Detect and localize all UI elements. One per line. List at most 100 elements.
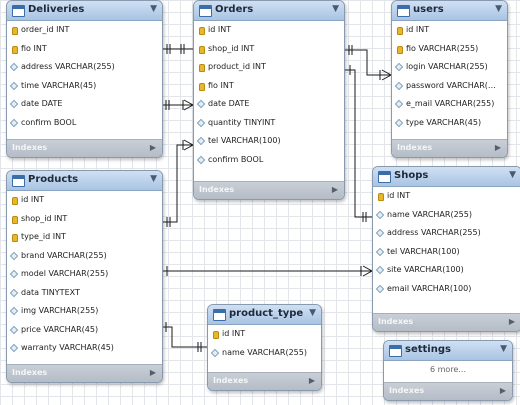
triangle-down-icon[interactable]: ▼ bbox=[309, 308, 316, 318]
triangle-right-icon[interactable]: ▶ bbox=[332, 185, 338, 194]
table-products[interactable]: Products ▼ id INT shop_id INT type_id INT bra… bbox=[6, 170, 163, 383]
column-row[interactable]: id INT bbox=[373, 187, 520, 206]
column-row[interactable]: tel VARCHAR(100) bbox=[194, 132, 344, 151]
column-row[interactable]: id INT bbox=[208, 325, 321, 344]
column-row[interactable]: fio VARCHAR(255) bbox=[392, 40, 507, 59]
column-row[interactable]: login VARCHAR(255) bbox=[392, 58, 507, 77]
column-row[interactable]: site VARCHAR(100) bbox=[373, 261, 520, 280]
indexes-footer[interactable]: Indexes ▶ bbox=[7, 364, 162, 382]
column-label: confirm BOOL bbox=[21, 117, 77, 127]
key-icon bbox=[12, 234, 18, 242]
column-row[interactable]: id INT bbox=[7, 191, 162, 210]
column-row[interactable]: e_mail VARCHAR(255) bbox=[392, 95, 507, 114]
column-label: fio INT bbox=[208, 80, 234, 90]
table-header[interactable]: product_type ▼ bbox=[208, 305, 321, 325]
column-row[interactable]: date DATE bbox=[7, 95, 162, 114]
column-row[interactable]: id INT bbox=[392, 21, 507, 40]
indexes-footer[interactable]: Indexes ▶ bbox=[373, 313, 520, 331]
column-row[interactable]: type_id INT bbox=[7, 228, 162, 247]
column-row[interactable]: warranty VARCHAR(45) bbox=[7, 339, 162, 358]
table-shops[interactable]: Shops ▼ id INT name VARCHAR(255) address VAR… bbox=[372, 166, 520, 332]
table-users[interactable]: users ▼ id INT fio VARCHAR(255) login VARCHA… bbox=[391, 0, 508, 158]
column-row[interactable]: time VARCHAR(45) bbox=[7, 77, 162, 96]
column-row[interactable]: price VARCHAR(45) bbox=[7, 321, 162, 340]
diamond-icon bbox=[375, 228, 385, 238]
more-columns-label[interactable]: 6 more... bbox=[384, 361, 512, 379]
column-row[interactable]: product_id INT bbox=[194, 58, 344, 77]
triangle-right-icon[interactable]: ▶ bbox=[150, 368, 156, 377]
diamond-icon bbox=[9, 251, 19, 260]
triangle-right-icon[interactable]: ▶ bbox=[495, 143, 501, 152]
column-label: login VARCHAR(255) bbox=[406, 62, 488, 71]
table-orders[interactable]: Orders ▼ id INT shop_id INT product_id INT fi… bbox=[193, 0, 345, 200]
column-row[interactable]: date DATE bbox=[194, 95, 344, 114]
column-row[interactable]: name VARCHAR(255) bbox=[208, 344, 321, 363]
table-icon bbox=[12, 5, 25, 17]
diamond-icon bbox=[9, 62, 19, 72]
column-row[interactable]: name VARCHAR(255) bbox=[373, 206, 520, 225]
column-label: name VARCHAR(255) bbox=[387, 209, 472, 219]
table-header[interactable]: Deliveries ▼ bbox=[7, 1, 162, 21]
column-row[interactable]: quantity TINYINT bbox=[194, 114, 344, 133]
triangle-right-icon[interactable]: ▶ bbox=[509, 317, 515, 326]
column-row[interactable]: order_id INT bbox=[7, 21, 162, 40]
table-name: Products bbox=[28, 174, 79, 185]
column-row[interactable]: fio INT bbox=[194, 77, 344, 96]
table-header[interactable]: Shops ▼ bbox=[373, 167, 520, 187]
triangle-down-icon[interactable]: ▼ bbox=[150, 4, 157, 14]
key-icon bbox=[12, 27, 18, 35]
triangle-down-icon[interactable]: ▼ bbox=[332, 4, 339, 14]
indexes-footer[interactable]: Indexes ▶ bbox=[194, 181, 344, 199]
column-label: tel VARCHAR(100) bbox=[208, 136, 281, 145]
column-row[interactable]: brand VARCHAR(255) bbox=[7, 247, 162, 266]
table-deliveries[interactable]: Deliveries ▼ order_id INT fio INT address VA… bbox=[6, 0, 163, 158]
diamond-icon bbox=[9, 343, 19, 353]
column-row[interactable]: type VARCHAR(45) bbox=[392, 114, 507, 133]
table-settings[interactable]: settings ▼ 6 more... Indexes ▶ bbox=[383, 340, 513, 401]
table-header[interactable]: settings ▼ bbox=[384, 341, 512, 361]
column-label: warranty VARCHAR(45) bbox=[21, 343, 114, 352]
triangle-down-icon[interactable]: ▼ bbox=[150, 174, 157, 184]
indexes-footer[interactable]: Indexes ▶ bbox=[384, 382, 512, 400]
column-row[interactable]: password VARCHAR(… bbox=[392, 77, 507, 96]
indexes-footer[interactable]: Indexes ▶ bbox=[7, 139, 162, 157]
key-icon bbox=[12, 215, 18, 224]
column-row[interactable]: shop_id INT bbox=[194, 40, 344, 59]
column-row[interactable]: fio INT bbox=[7, 40, 162, 59]
diamond-icon bbox=[196, 136, 206, 146]
column-row[interactable]: tel VARCHAR(100) bbox=[373, 243, 520, 262]
indexes-footer[interactable]: Indexes ▶ bbox=[208, 372, 321, 390]
triangle-down-icon[interactable]: ▼ bbox=[495, 4, 502, 14]
table-name: users bbox=[413, 4, 444, 15]
column-row[interactable]: confirm BOOL bbox=[194, 151, 344, 170]
column-row[interactable]: id INT bbox=[194, 21, 344, 40]
column-label: type VARCHAR(45) bbox=[406, 117, 482, 127]
column-row[interactable]: model VARCHAR(255) bbox=[7, 265, 162, 284]
column-row[interactable]: img VARCHAR(255) bbox=[7, 302, 162, 321]
triangle-right-icon[interactable]: ▶ bbox=[150, 143, 156, 152]
column-label: product_id INT bbox=[208, 62, 266, 71]
triangle-right-icon[interactable]: ▶ bbox=[500, 386, 506, 395]
column-row[interactable]: address VARCHAR(255) bbox=[7, 58, 162, 77]
column-row[interactable]: shop_id INT bbox=[7, 210, 162, 229]
table-header[interactable]: Orders ▼ bbox=[194, 1, 344, 21]
diamond-icon bbox=[196, 155, 206, 164]
table-header[interactable]: Products ▼ bbox=[7, 171, 162, 191]
column-row[interactable]: email VARCHAR(100) bbox=[373, 280, 520, 299]
triangle-down-icon[interactable]: ▼ bbox=[509, 170, 516, 180]
column-row[interactable]: confirm BOOL bbox=[7, 114, 162, 133]
table-icon bbox=[389, 345, 402, 357]
key-icon bbox=[199, 27, 205, 35]
triangle-right-icon[interactable]: ▶ bbox=[309, 376, 315, 385]
column-row[interactable]: address VARCHAR(255) bbox=[373, 224, 520, 243]
column-row[interactable]: data TINYTEXT bbox=[7, 284, 162, 303]
table-header[interactable]: users ▼ bbox=[392, 1, 507, 21]
column-label: tel VARCHAR(100) bbox=[387, 246, 460, 256]
key-icon bbox=[12, 197, 18, 205]
column-label: time VARCHAR(45) bbox=[21, 80, 97, 90]
table-product-type[interactable]: product_type ▼ id INT name VARCHAR(255) Inde… bbox=[207, 304, 322, 391]
diamond-icon bbox=[9, 306, 19, 316]
indexes-label: Indexes bbox=[213, 376, 249, 385]
indexes-footer[interactable]: Indexes ▶ bbox=[392, 139, 507, 157]
triangle-down-icon[interactable]: ▼ bbox=[500, 344, 507, 354]
